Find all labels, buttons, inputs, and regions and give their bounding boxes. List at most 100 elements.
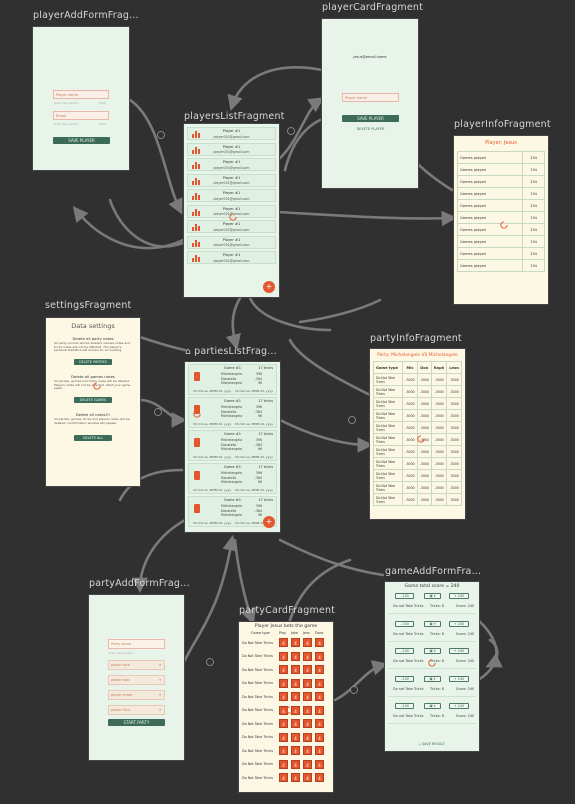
game-cell-button[interactable]: 4 <box>291 719 300 728</box>
minus-score-button[interactable]: - 240 <box>395 620 414 627</box>
player-list-item[interactable]: Player #1 player001@gmail.com <box>187 220 276 233</box>
camera-icon[interactable]: ▣ ▾ <box>424 703 441 709</box>
add-party-fab[interactable]: + <box>263 516 275 528</box>
game-cell-button[interactable]: 4 <box>291 638 300 647</box>
trash-icon[interactable] <box>194 438 200 447</box>
game-cell-button[interactable]: 4 <box>279 732 288 742</box>
game-cell-button[interactable]: 4 <box>315 746 324 755</box>
game-cell-button[interactable]: 4 <box>315 692 324 701</box>
settings-delete-button[interactable]: DELETE GAMES <box>74 397 112 403</box>
player-card-save-button[interactable]: SAVE PLAYER <box>342 115 399 122</box>
game-cell-button[interactable]: 4 <box>315 665 324 674</box>
trash-icon[interactable] <box>194 471 200 480</box>
game-cell-button[interactable]: 4 <box>303 746 312 755</box>
game-cell-button[interactable]: 4 <box>303 705 312 715</box>
game-cell-button[interactable]: 4 <box>315 705 324 715</box>
game-cell-button[interactable]: 4 <box>279 665 288 674</box>
game-cell-button[interactable]: 4 <box>315 759 324 769</box>
party-name-input[interactable]: Party name <box>108 639 165 649</box>
player-select[interactable]: player four ▾ <box>108 705 165 715</box>
game-cell-button[interactable]: 4 <box>279 678 288 688</box>
title-party-card: partyCardFragment <box>239 605 336 616</box>
minus-score-button[interactable]: - 240 <box>395 675 414 682</box>
game-cell-button[interactable]: 4 <box>279 651 288 661</box>
plus-score-button[interactable]: + 240 <box>449 620 469 627</box>
player-list-item[interactable]: Player #1 player001@gmail.com <box>187 189 276 202</box>
game-cell-button[interactable]: 4 <box>303 638 312 647</box>
game-cell-button[interactable]: 4 <box>303 651 312 661</box>
player-list-item[interactable]: Player #1 player001@gmail.com <box>187 235 276 249</box>
minus-score-button[interactable]: - 240 <box>395 703 414 709</box>
game-cell-button[interactable]: 4 <box>279 638 288 647</box>
player-email-input[interactable]: Email <box>53 111 109 120</box>
player-card-name-input[interactable]: Player name <box>342 93 399 102</box>
game-cell-button[interactable]: 4 <box>315 638 324 647</box>
party-list-item[interactable]: Game #1 17 tricks Michelangelo 396 Donatello… <box>188 430 277 461</box>
game-cell-button[interactable]: 4 <box>315 651 324 661</box>
party-info-row: Do Not Take Tricks -3000 -3000 -3000 -3000 <box>372 397 462 410</box>
player-select[interactable]: player two ▾ <box>108 675 165 685</box>
party-list-item[interactable]: Game #1 17 tricks Michelangelo 396 Donatello… <box>188 364 277 395</box>
loading-spinner-icon <box>286 706 294 714</box>
save-player-button[interactable]: SAVE PLAYER <box>53 137 110 144</box>
trash-icon[interactable] <box>194 504 200 513</box>
player-list-item[interactable]: Player #1 player001@gmail.com <box>187 173 276 187</box>
plus-score-button[interactable]: + 240 <box>449 675 469 682</box>
party-list-item[interactable]: Game #1 17 tricks Michelangelo 396 Donatello… <box>188 397 277 428</box>
player-list-item[interactable]: Player #1 player001@gmail.com <box>187 251 276 264</box>
game-cell-button[interactable]: 4 <box>303 719 312 728</box>
game-cell-button[interactable]: 4 <box>291 759 300 769</box>
camera-icon[interactable]: ▣ ▾ <box>424 648 441 654</box>
player-info-row: Games played 134 <box>457 259 545 272</box>
game-cell-button[interactable]: 4 <box>303 732 312 742</box>
game-cell-button[interactable]: 4 <box>291 678 300 688</box>
settings-delete-button[interactable]: DELETE ALL <box>74 435 112 441</box>
player-select[interactable]: player one ▾ <box>108 660 165 670</box>
game-row-label: Do not Take Tricks <box>393 686 424 691</box>
player-select[interactable]: player three ▾ <box>108 690 165 700</box>
party-info-screen: Party: Michelangelo VS Michelangelo Game… <box>370 349 465 519</box>
plus-score-button[interactable]: + 240 <box>449 703 469 709</box>
game-cell-button[interactable]: 4 <box>291 651 300 661</box>
game-cell-button[interactable]: 4 <box>303 692 312 701</box>
game-cell-button[interactable]: 4 <box>303 678 312 688</box>
game-cell-button[interactable]: 4 <box>279 759 288 769</box>
party-list-item[interactable]: Game #1 17 tricks Michelangelo 396 Donatello… <box>188 463 277 494</box>
game-cell-button[interactable]: 4 <box>303 759 312 769</box>
game-cell-button[interactable]: 4 <box>291 773 300 782</box>
game-cell-button[interactable]: 4 <box>279 773 288 782</box>
camera-icon[interactable]: ▣ ▾ <box>424 620 441 627</box>
game-cell-button[interactable]: 4 <box>315 773 324 782</box>
plus-score-button[interactable]: + 240 <box>449 593 469 599</box>
game-cell-button[interactable]: 4 <box>291 746 300 755</box>
game-cell-button[interactable]: 4 <box>279 719 288 728</box>
plus-score-button[interactable]: + 240 <box>449 648 469 654</box>
save-result-button[interactable]: ⤓ SAVE RESULT <box>385 742 479 746</box>
player-name-input[interactable]: Player name <box>53 90 109 99</box>
player-list-item[interactable]: Player #1 player001@gmail.com <box>187 142 276 156</box>
game-cell-button[interactable]: 4 <box>291 692 300 701</box>
game-cell-button[interactable]: 4 <box>291 665 300 674</box>
party-info-header: Party: Michelangelo VS Michelangelo <box>377 353 458 358</box>
start-party-button[interactable]: START PARTY <box>108 719 165 726</box>
camera-icon[interactable]: ▣ ▾ <box>424 593 441 599</box>
camera-icon[interactable]: ▣ ▾ <box>424 675 441 682</box>
settings-delete-button[interactable]: DELETE PARTIES <box>74 359 112 365</box>
game-cell-button[interactable]: 4 <box>279 746 288 755</box>
game-cell-button[interactable]: 4 <box>315 678 324 688</box>
game-row-score: Score: 240 <box>456 659 475 663</box>
minus-score-button[interactable]: - 240 <box>395 593 414 599</box>
trash-icon[interactable] <box>194 372 200 381</box>
minus-score-button[interactable]: - 240 <box>395 648 414 654</box>
game-cell-button[interactable]: 4 <box>279 692 288 701</box>
stat-value: 134 <box>522 175 545 188</box>
game-cell-button[interactable]: 4 <box>315 719 324 728</box>
game-cell-button[interactable]: 4 <box>315 732 324 742</box>
player-list-item[interactable]: Player #1 player001@gmail.com <box>187 127 276 140</box>
game-cell-button[interactable]: 4 <box>303 665 312 674</box>
player-list-item[interactable]: Player #1 player001@gmail.com <box>187 158 276 171</box>
delete-player-button[interactable]: DELETE PLAYER <box>342 127 399 131</box>
game-cell-button[interactable]: 4 <box>303 773 312 782</box>
add-player-fab[interactable]: + <box>263 281 275 293</box>
game-cell-button[interactable]: 4 <box>291 732 300 742</box>
